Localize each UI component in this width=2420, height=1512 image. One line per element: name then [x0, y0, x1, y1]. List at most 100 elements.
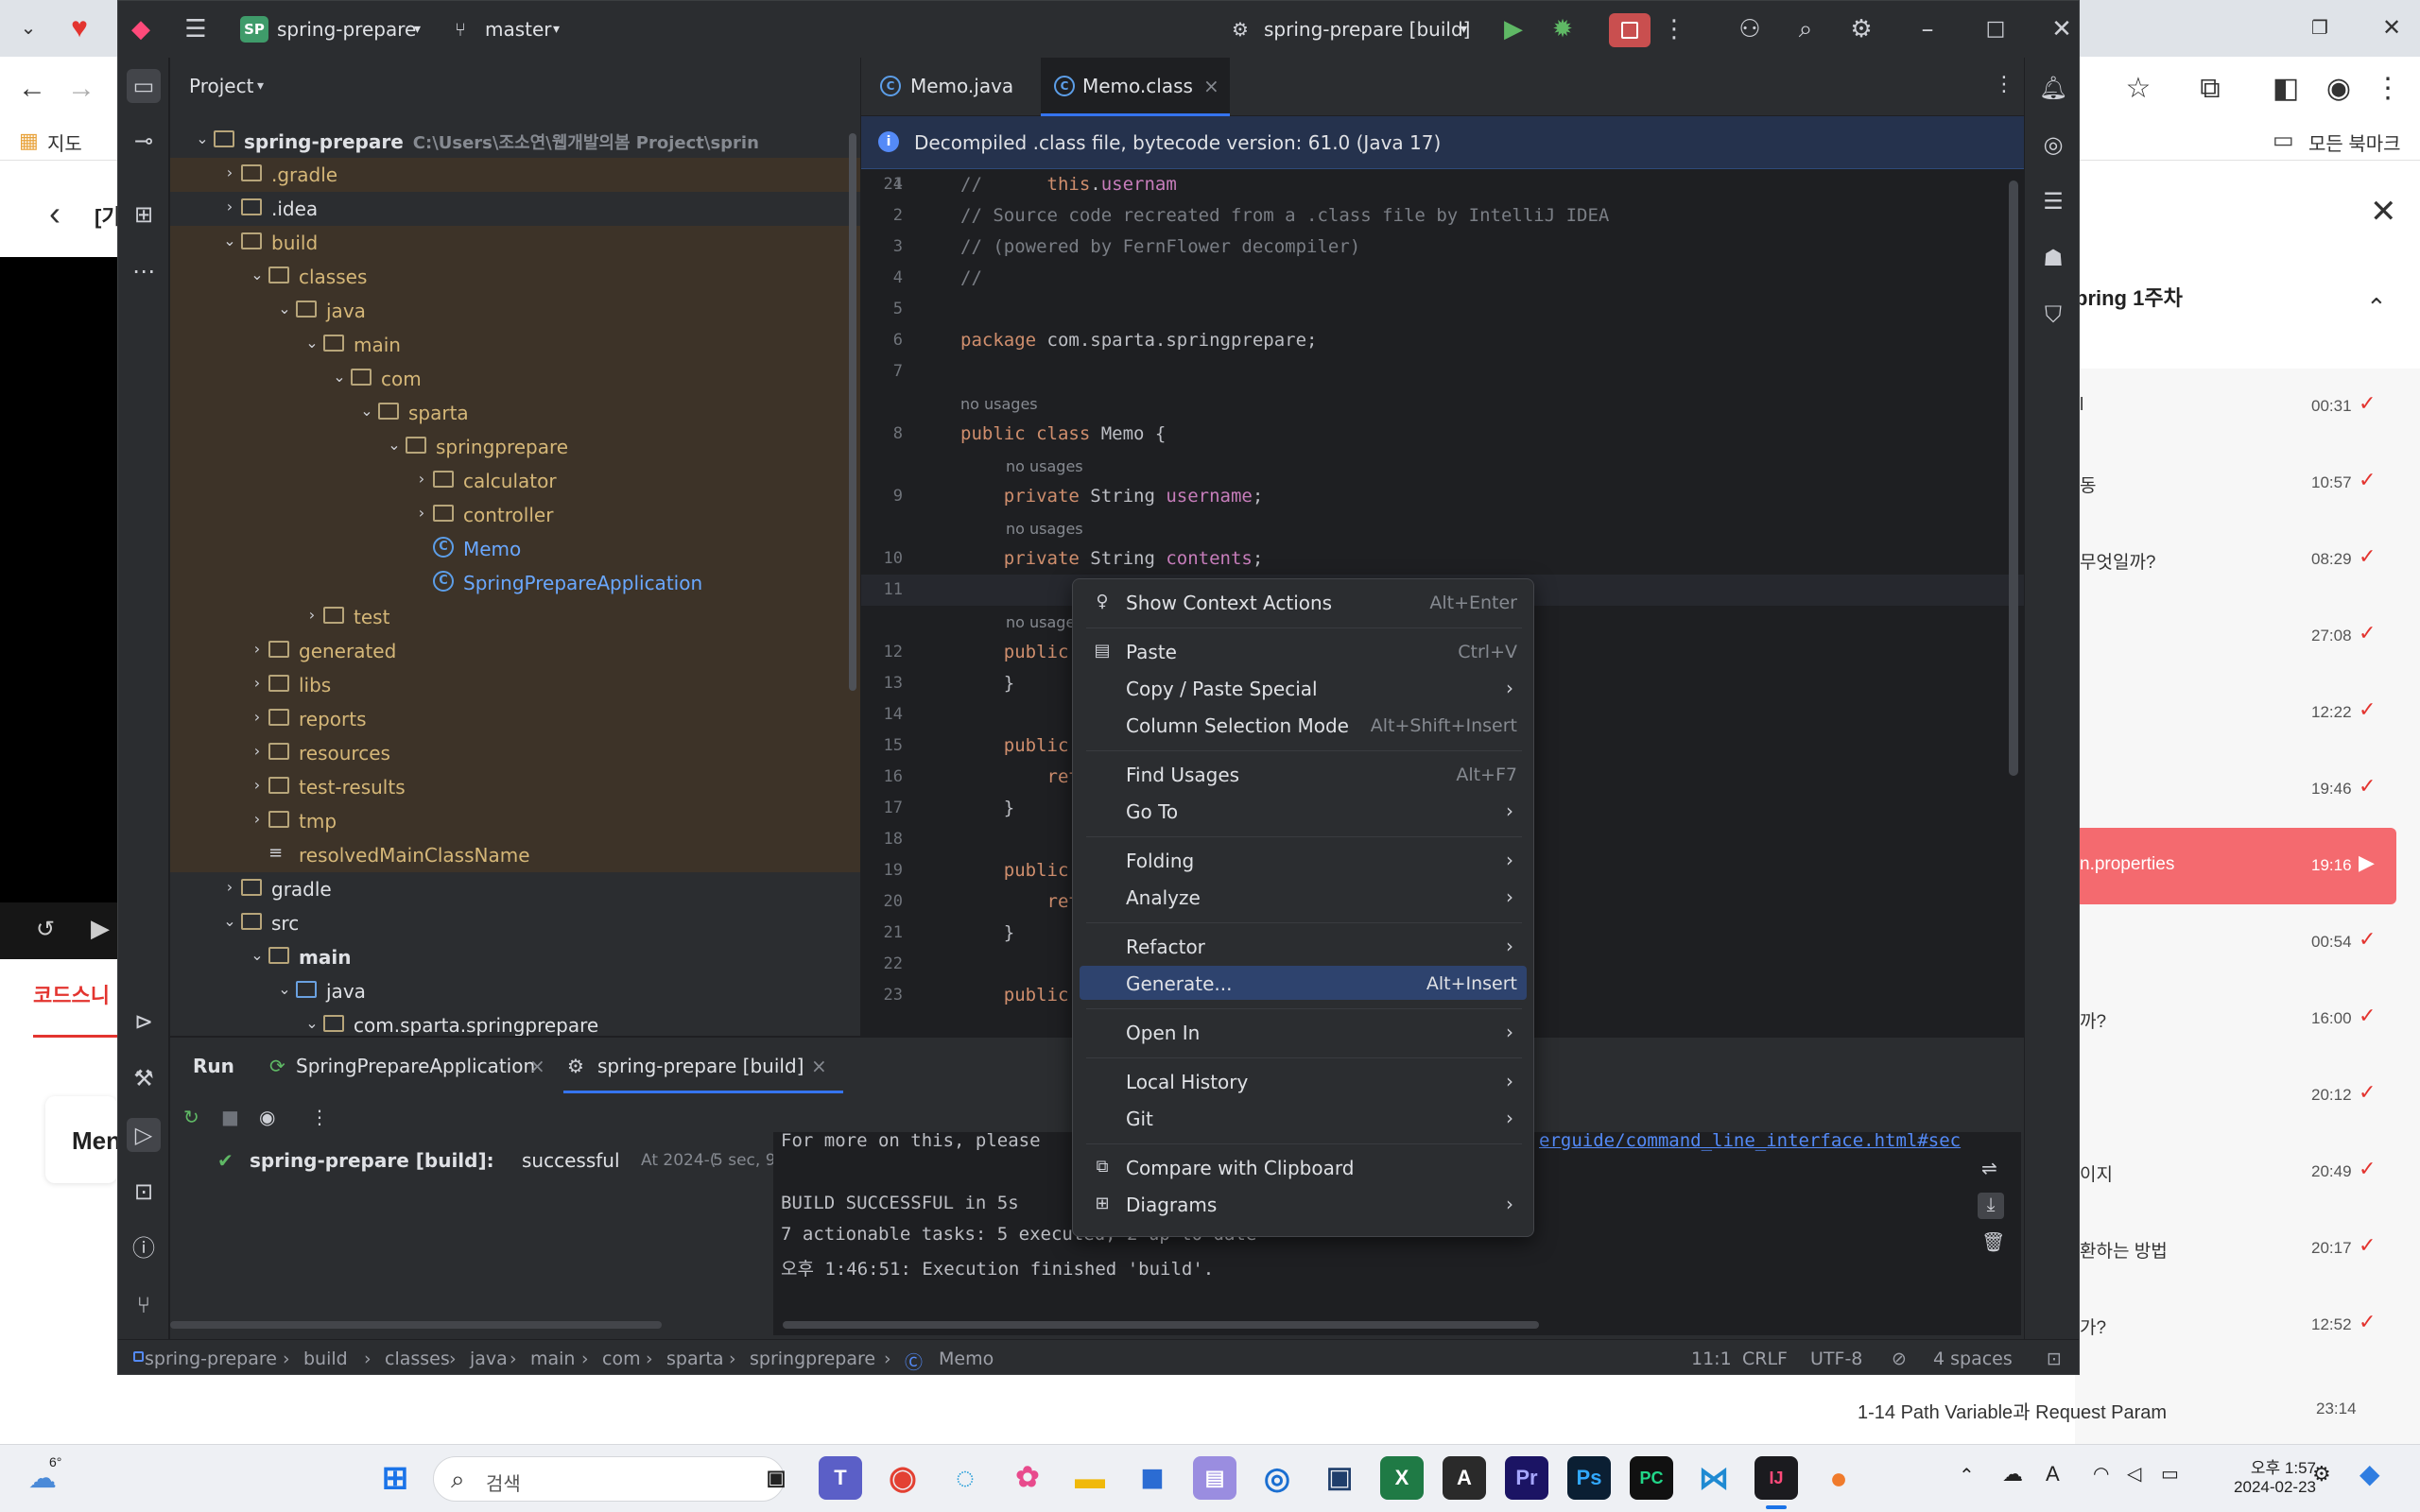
- tree-node[interactable]: ⌄ main: [170, 328, 860, 362]
- battery-icon[interactable]: ▭: [2161, 1462, 2179, 1486]
- app-purple-icon[interactable]: ▤: [1193, 1456, 1236, 1500]
- chevron-right-icon[interactable]: ›: [412, 470, 431, 488]
- code-line[interactable]: 8 public class Memo {: [861, 419, 2024, 450]
- project-folder-icon[interactable]: ▭: [127, 69, 161, 103]
- chevron-right-icon[interactable]: ›: [248, 810, 267, 828]
- tree-node[interactable]: › reports: [170, 702, 860, 736]
- chrome-icon[interactable]: ◉: [881, 1456, 925, 1500]
- tree-node[interactable]: ⌄ src: [170, 906, 860, 940]
- commit-icon[interactable]: ⊸: [127, 124, 161, 158]
- run-tool-icon[interactable]: ▷: [127, 1118, 161, 1152]
- close-icon[interactable]: ✕: [2047, 14, 2077, 44]
- menu-item-go-to[interactable]: Go To ›: [1080, 794, 1527, 828]
- tree-node[interactable]: › calculator: [170, 464, 860, 498]
- project-switcher[interactable]: spring-prepare: [277, 18, 416, 41]
- menu-item-folding[interactable]: Folding ›: [1080, 843, 1527, 877]
- project-scrollbar[interactable]: [849, 133, 856, 691]
- settings-icon[interactable]: ⚙: [2312, 1462, 2331, 1486]
- menu-item-analyze[interactable]: Analyze ›: [1080, 880, 1527, 914]
- tree-node[interactable]: ⌄ main: [170, 940, 860, 974]
- code-line[interactable]: 4 //: [861, 263, 2024, 294]
- tree-node[interactable]: ≡ resolvedMainClassName: [170, 838, 860, 872]
- tree-node[interactable]: › generated: [170, 634, 860, 668]
- project-panel-title[interactable]: Project: [189, 75, 253, 97]
- indent-setting[interactable]: 4 spaces: [1933, 1349, 2013, 1369]
- database-icon[interactable]: ☰: [2036, 184, 2070, 218]
- minimize-icon[interactable]: –: [1912, 14, 1943, 44]
- tree-node[interactable]: ⌄ build: [170, 226, 860, 260]
- ime-icon[interactable]: A: [2046, 1462, 2060, 1486]
- video-player[interactable]: [0, 257, 117, 919]
- vscode-icon[interactable]: ⋈: [1692, 1456, 1736, 1500]
- breadcrumb-item[interactable]: build: [303, 1349, 348, 1369]
- panel-close-icon[interactable]: ✕: [2370, 193, 2397, 231]
- lesson-item[interactable]: n.properties 19:16 ▶: [2075, 828, 2396, 904]
- lock-icon[interactable]: ⊡: [2047, 1349, 2062, 1369]
- chevron-right-icon[interactable]: ›: [220, 878, 239, 896]
- menu-item-compare-with-clipboard[interactable]: ⧉ Compare with Clipboard: [1080, 1150, 1527, 1184]
- editor-scrollbar[interactable]: [2009, 180, 2018, 776]
- menu-item-open-in[interactable]: Open In ›: [1080, 1015, 1527, 1049]
- menu-item-copy-paste-special[interactable]: Copy / Paste Special ›: [1080, 671, 1527, 705]
- tree-node[interactable]: ⌄ java: [170, 974, 860, 1008]
- store-icon[interactable]: ◼: [1131, 1456, 1174, 1500]
- menu-item-paste[interactable]: ▤ Paste Ctrl+V: [1080, 634, 1527, 668]
- breadcrumb-item[interactable]: java: [470, 1349, 508, 1369]
- tree-node[interactable]: › .idea: [170, 192, 860, 226]
- tree-node[interactable]: › test-results: [170, 770, 860, 804]
- tree-node[interactable]: ⌄ sparta: [170, 396, 860, 430]
- wifi-icon[interactable]: ◠: [2093, 1462, 2109, 1486]
- lesson-item[interactable]: 까? 16:00 ✓: [2075, 981, 2420, 1057]
- tray-chevron-icon[interactable]: ⌃: [1959, 1464, 1975, 1487]
- code-line[interactable]: 3 // (powered by FernFlower decompiler): [861, 232, 2024, 263]
- eye-icon[interactable]: ◉: [259, 1106, 275, 1128]
- branch-switcher[interactable]: master: [485, 18, 552, 41]
- maximize-icon[interactable]: □: [1980, 14, 2011, 44]
- bookmark-star-icon[interactable]: ☆: [2118, 68, 2159, 110]
- app-monitor-icon[interactable]: ▣: [1318, 1456, 1361, 1500]
- chevron-down-icon[interactable]: ⌄: [248, 946, 267, 964]
- intellij-icon[interactable]: IJ: [1754, 1456, 1798, 1500]
- run-tab-application[interactable]: SpringPrepareApplication: [296, 1055, 535, 1077]
- tab-close-icon[interactable]: ×: [811, 1055, 827, 1077]
- tab-close-icon[interactable]: ×: [1203, 75, 1219, 97]
- lesson-item[interactable]: 27:08 ✓: [2075, 598, 2420, 675]
- breadcrumb-item[interactable]: main: [530, 1349, 575, 1369]
- premiere-icon[interactable]: Pr: [1505, 1456, 1548, 1500]
- menu-item-show-context-actions[interactable]: ♀ Show Context Actions Alt+Enter: [1080, 585, 1527, 619]
- menu-item-generate[interactable]: Generate... Alt+Insert: [1080, 966, 1527, 1000]
- lesson-item[interactable]: l 00:31 ✓: [2075, 369, 2420, 445]
- collapse-icon[interactable]: ⌃: [2366, 293, 2387, 322]
- tab-memo-class[interactable]: C Memo.class ×: [1041, 58, 1230, 116]
- build-item[interactable]: spring-prepare [build]:: [250, 1149, 494, 1172]
- clear-trash-icon[interactable]: 🗑︎: [1981, 1230, 2005, 1253]
- lesson-item[interactable]: 환하는 방법 20:17 ✓: [2075, 1211, 2420, 1287]
- excel-icon[interactable]: X: [1380, 1456, 1424, 1500]
- menu-item-diagrams[interactable]: ⊞ Diagrams ›: [1080, 1187, 1527, 1221]
- menu-item-find-usages[interactable]: Find Usages Alt+F7: [1080, 757, 1527, 791]
- gradle-elephant-icon[interactable]: ☗: [2036, 241, 2070, 275]
- forward-icon[interactable]: →: [60, 68, 102, 110]
- lesson-item[interactable]: 무엇일까? 08:29 ✓: [2075, 522, 2420, 598]
- tab-close-icon[interactable]: ×: [529, 1055, 545, 1077]
- search-icon[interactable]: ⌕: [1790, 14, 1821, 44]
- tree-node[interactable]: › libs: [170, 668, 860, 702]
- menu-item-refactor[interactable]: Refactor ›: [1080, 929, 1527, 963]
- soft-wrap-icon[interactable]: ⇌: [1981, 1157, 1997, 1179]
- back-icon[interactable]: ←: [11, 68, 53, 110]
- tab-memo-java[interactable]: C Memo.java: [861, 58, 1041, 116]
- file-encoding[interactable]: UTF-8: [1810, 1349, 1862, 1369]
- app-pink-icon[interactable]: ✿: [1006, 1456, 1049, 1500]
- code-line[interactable]: 9 private String username;: [861, 481, 2024, 512]
- run-config-selector[interactable]: spring-prepare [build]: [1264, 18, 1470, 41]
- system-clock[interactable]: 오후 1:57 2024-02-23: [2212, 1454, 2316, 1497]
- extensions-icon[interactable]: ⧉: [2189, 68, 2231, 110]
- scroll-to-end-icon[interactable]: ⤓: [1978, 1193, 2004, 1219]
- teams-icon[interactable]: T: [819, 1456, 862, 1500]
- usage-hint[interactable]: no usages: [1006, 457, 1083, 475]
- bookmark-maps[interactable]: 지도: [47, 129, 82, 156]
- main-menu-icon[interactable]: ☰: [181, 14, 211, 44]
- stop-button[interactable]: [1609, 13, 1651, 47]
- memo-card[interactable]: Men: [45, 1096, 121, 1183]
- sidebar-icon[interactable]: ◧: [2265, 68, 2307, 110]
